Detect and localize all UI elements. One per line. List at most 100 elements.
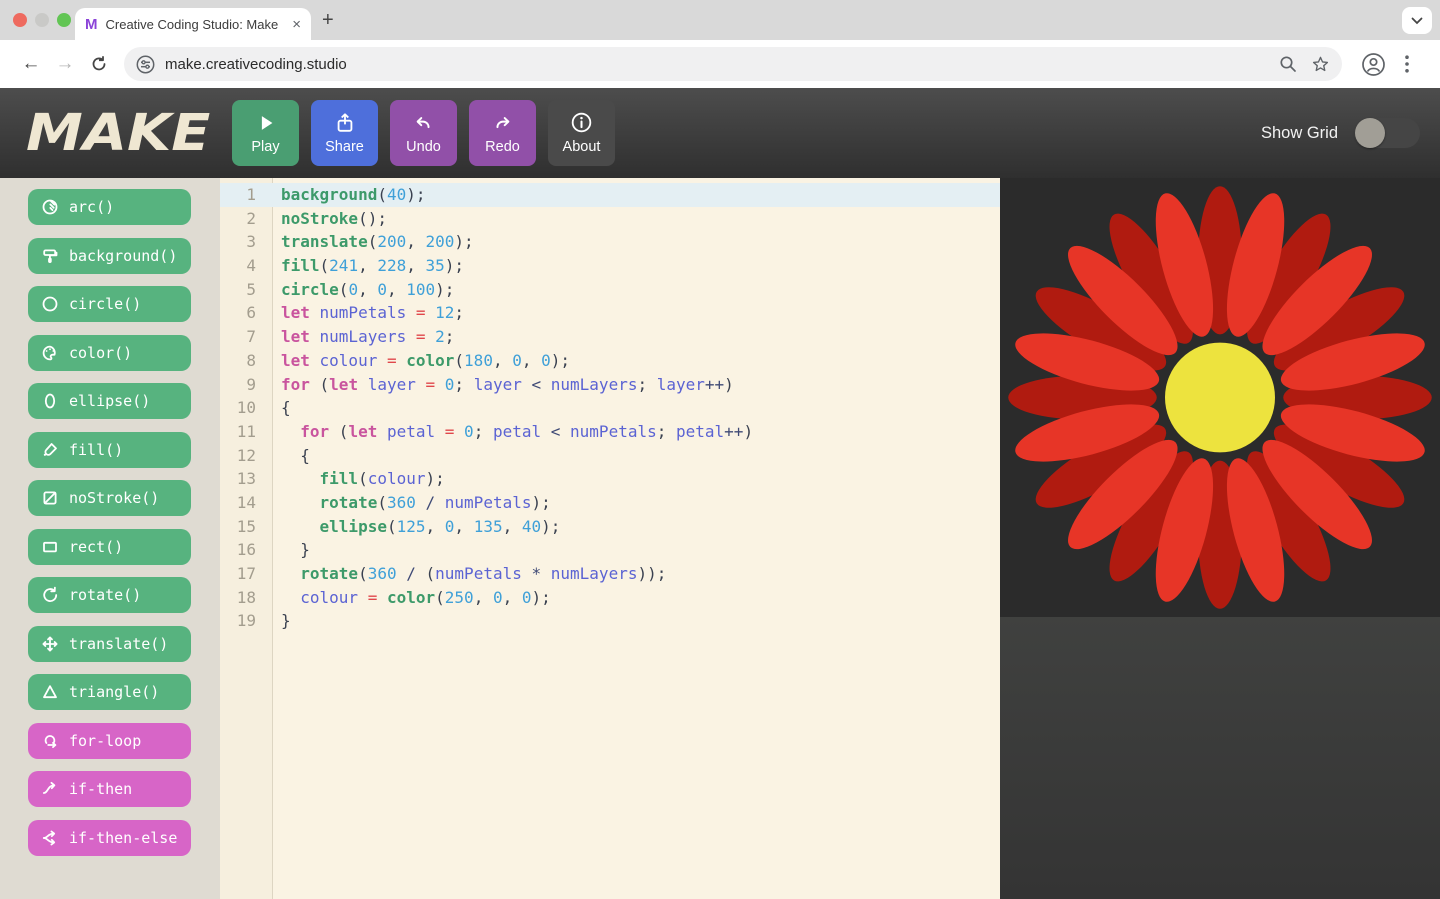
sidebar-item-label: noStroke() [69, 489, 159, 507]
code-line-10[interactable]: 10{ [220, 396, 1000, 420]
sketch-canvas [1000, 178, 1440, 617]
code-line-18[interactable]: 18 colour = color(250, 0, 0); [220, 586, 1000, 610]
line-number: 11 [220, 420, 273, 444]
sidebar-item-rect[interactable]: rect() [28, 529, 191, 565]
code-text: rotate(360 / (numPetals * numLayers)); [273, 562, 666, 586]
line-number: 3 [220, 230, 273, 254]
window-minimize-button[interactable] [35, 13, 49, 27]
line-number: 19 [220, 609, 273, 633]
window-controls[interactable] [13, 13, 71, 27]
ellipse-icon [41, 392, 59, 410]
code-line-1[interactable]: 1background(40); [220, 183, 1000, 207]
sidebar-item-label: if-then [69, 780, 132, 798]
new-tab-button[interactable]: + [322, 9, 334, 32]
triangle-icon [41, 683, 59, 701]
code-text: } [273, 609, 291, 633]
line-number: 4 [220, 254, 273, 278]
sidebar-item-background[interactable]: background() [28, 238, 191, 274]
zoom-button[interactable] [1279, 55, 1297, 73]
main-content: arc() background() circle() color() ellipse(… [0, 178, 1440, 899]
tab-search-button[interactable] [1402, 7, 1432, 34]
window-close-button[interactable] [13, 13, 27, 27]
forward-button[interactable]: → [48, 47, 82, 81]
undo-button[interactable]: Undo [390, 100, 457, 166]
code-editor[interactable]: 1background(40);2noStroke();3translate(2… [220, 178, 1000, 899]
share-icon [334, 112, 356, 134]
code-lines: 1background(40);2noStroke();3translate(2… [220, 178, 1000, 633]
code-line-7[interactable]: 7let numLayers = 2; [220, 325, 1000, 349]
code-text: translate(200, 200); [273, 230, 474, 254]
sidebar-item-triangle[interactable]: triangle() [28, 674, 191, 710]
rotate-icon [41, 586, 59, 604]
line-number: 9 [220, 373, 273, 397]
about-button[interactable]: About [548, 100, 615, 166]
sidebar-item-if-then[interactable]: if-then [28, 771, 191, 807]
line-number: 16 [220, 538, 273, 562]
code-line-4[interactable]: 4fill(241, 228, 35); [220, 254, 1000, 278]
sidebar-item-nostroke[interactable]: noStroke() [28, 480, 191, 516]
redo-button[interactable]: Redo [469, 100, 536, 166]
url-text[interactable]: make.creativecoding.studio [165, 56, 1265, 73]
code-text: let numLayers = 2; [273, 325, 454, 349]
code-line-17[interactable]: 17 rotate(360 / (numPetals * numLayers))… [220, 562, 1000, 586]
line-number: 1 [220, 183, 273, 207]
line-number: 15 [220, 515, 273, 539]
line-number: 17 [220, 562, 273, 586]
code-text: let colour = color(180, 0, 0); [273, 349, 570, 373]
sidebar-item-arc[interactable]: arc() [28, 189, 191, 225]
show-grid-toggle[interactable] [1354, 118, 1420, 148]
reload-button[interactable] [82, 47, 116, 81]
sidebar-item-ellipse[interactable]: ellipse() [28, 383, 191, 419]
line-number: 14 [220, 491, 273, 515]
code-line-2[interactable]: 2noStroke(); [220, 207, 1000, 231]
sidebar-item-if-then-else[interactable]: if-then-else [28, 820, 191, 856]
show-grid-label: Show Grid [1261, 124, 1338, 143]
sidebar-item-for-loop[interactable]: for-loop [28, 723, 191, 759]
code-text: } [273, 538, 310, 562]
code-line-15[interactable]: 15 ellipse(125, 0, 135, 40); [220, 515, 1000, 539]
code-line-13[interactable]: 13 fill(colour); [220, 467, 1000, 491]
undo-icon [412, 112, 435, 134]
sidebar-item-label: fill() [69, 441, 123, 459]
back-button[interactable]: ← [14, 47, 48, 81]
window-zoom-button[interactable] [57, 13, 71, 27]
sidebar-item-translate[interactable]: translate() [28, 626, 191, 662]
code-text: colour = color(250, 0, 0); [273, 586, 551, 610]
code-line-11[interactable]: 11 for (let petal = 0; petal < numPetals… [220, 420, 1000, 444]
bookmark-button[interactable] [1311, 55, 1330, 74]
sidebar-item-circle[interactable]: circle() [28, 286, 191, 322]
sidebar-item-rotate[interactable]: rotate() [28, 577, 191, 613]
code-line-19[interactable]: 19} [220, 609, 1000, 633]
tab-close-icon[interactable]: × [292, 17, 301, 32]
browser-toolbar: ← → make.creativecoding.studio [0, 40, 1440, 88]
code-line-16[interactable]: 16 } [220, 538, 1000, 562]
line-number: 12 [220, 444, 273, 468]
code-line-8[interactable]: 8let colour = color(180, 0, 0); [220, 349, 1000, 373]
code-text: { [273, 444, 310, 468]
code-text: fill(colour); [273, 467, 445, 491]
code-line-14[interactable]: 14 rotate(360 / numPetals); [220, 491, 1000, 515]
code-line-5[interactable]: 5circle(0, 0, 100); [220, 278, 1000, 302]
sidebar-item-label: rect() [69, 538, 123, 556]
sidebar-item-label: arc() [69, 198, 114, 216]
code-line-9[interactable]: 9for (let layer = 0; layer < numLayers; … [220, 373, 1000, 397]
browser-menu-button[interactable] [1390, 47, 1424, 81]
url-bar[interactable]: make.creativecoding.studio [124, 47, 1342, 81]
sidebar-item-color[interactable]: color() [28, 335, 191, 371]
share-button[interactable]: Share [311, 100, 378, 166]
code-block-palette: arc() background() circle() color() ellipse(… [0, 178, 220, 899]
arc-icon [41, 198, 59, 216]
browser-tab[interactable]: M Creative Coding Studio: Make × [75, 8, 311, 40]
profile-button[interactable] [1356, 47, 1390, 81]
if-then-else-icon [41, 829, 59, 847]
line-number: 8 [220, 349, 273, 373]
code-line-12[interactable]: 12 { [220, 444, 1000, 468]
sidebar-item-fill[interactable]: fill() [28, 432, 191, 468]
site-settings-icon[interactable] [136, 55, 155, 74]
play-button[interactable]: Play [232, 100, 299, 166]
code-line-3[interactable]: 3translate(200, 200); [220, 230, 1000, 254]
kebab-menu-icon [1405, 55, 1409, 73]
background-icon [41, 247, 59, 265]
translate-icon [41, 635, 59, 653]
code-line-6[interactable]: 6let numPetals = 12; [220, 301, 1000, 325]
